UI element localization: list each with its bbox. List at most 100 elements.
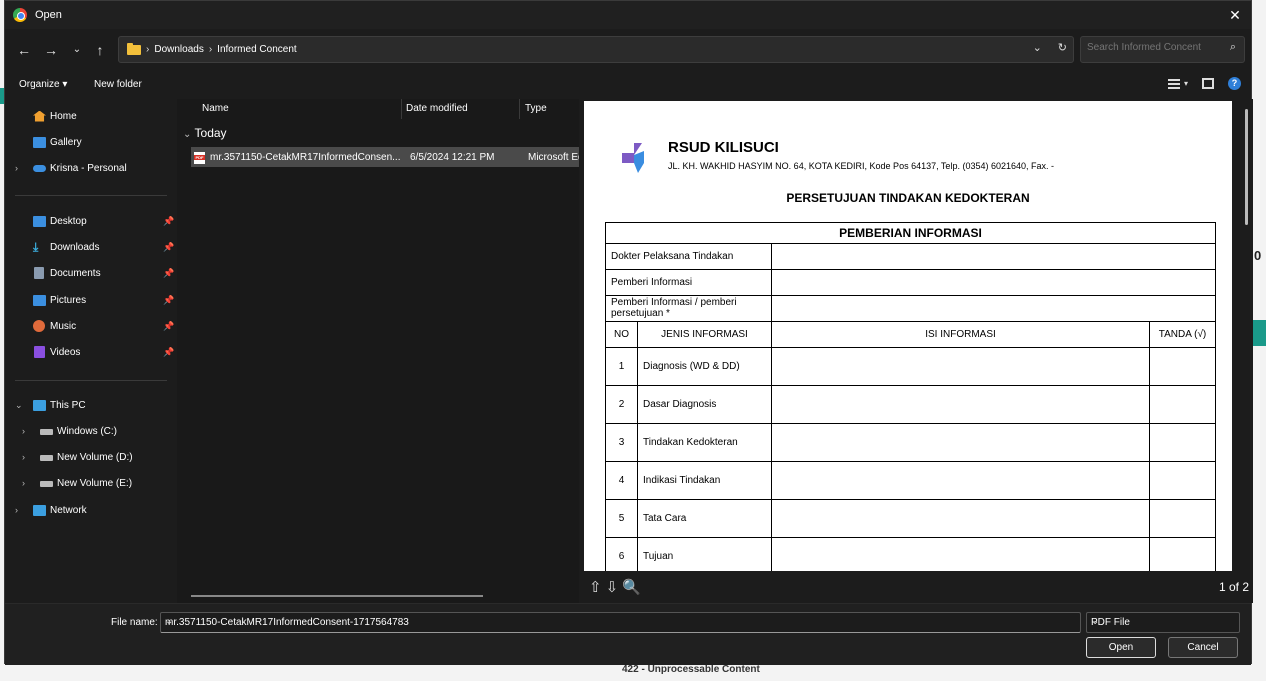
breadcrumb-separator-icon: › [208, 44, 213, 55]
row-number: 2 [605, 385, 638, 424]
row-isi [771, 461, 1150, 500]
table-header: TANDA (√) [1149, 321, 1216, 348]
table-row: 6 Tujuan [605, 537, 1216, 571]
column-header-name[interactable]: Name [202, 99, 229, 119]
sidebar-item-drive-c[interactable]: › Windows (C:) [5, 420, 177, 442]
sidebar-item-this-pc[interactable]: ⌄ This PC [5, 394, 177, 416]
column-separator[interactable] [519, 99, 520, 119]
network-icon [33, 504, 46, 516]
pin-icon: 📌 [163, 294, 175, 305]
horizontal-scrollbar[interactable] [191, 595, 483, 597]
navigation-bar: ← → ⌄ ↑ › Downloads › Informed Concent ⌄… [5, 29, 1251, 71]
background-window-edge: 0 [1252, 0, 1266, 681]
background-error-text: 422 - Unprocessable Content [622, 664, 760, 675]
background-window-bottom: 422 - Unprocessable Content [0, 664, 1266, 681]
background-edge-text: 0 [1254, 248, 1262, 263]
hospital-logo [622, 143, 644, 173]
sidebar-item-downloads[interactable]: ⤓ Downloads 📌 [5, 236, 177, 258]
breadcrumb-informed-concent[interactable]: Informed Concent [217, 44, 297, 55]
expand-chevron-icon[interactable]: › [22, 452, 25, 462]
chrome-icon [13, 8, 27, 22]
field-label: Pemberi Informasi / pemberi persetujuan … [605, 295, 772, 322]
page-count: 1 of 2 [1218, 580, 1249, 594]
search-input[interactable] [1087, 42, 1217, 53]
forward-arrow-icon[interactable]: → [42, 41, 60, 59]
organize-button[interactable]: Organize ▾ [19, 79, 67, 90]
previous-page-icon[interactable]: ⇧ [589, 578, 602, 596]
group-collapse-chevron-icon: ⌄ [183, 129, 192, 140]
sidebar-item-desktop[interactable]: Desktop 📌 [5, 210, 177, 232]
row-isi [771, 423, 1150, 462]
sidebar-item-label: Windows (C:) [57, 425, 118, 437]
window-title: Open [35, 9, 62, 21]
file-name-input[interactable]: mr.3571150-CetakMR17InformedConsent-1717… [160, 612, 1081, 633]
column-separator[interactable] [401, 99, 402, 119]
sidebar-item-documents[interactable]: Documents 📌 [5, 262, 177, 284]
help-icon[interactable]: ? [1228, 77, 1241, 90]
search-box[interactable]: ⌕ [1080, 36, 1245, 63]
row-isi [771, 499, 1150, 538]
preview-scrollbar[interactable] [1245, 109, 1248, 225]
field-value [771, 295, 1216, 322]
expand-chevron-icon[interactable]: › [22, 426, 25, 436]
command-bar: Organize ▾ New folder ▾ ? [5, 71, 1251, 99]
table-header: NO [605, 321, 638, 348]
sidebar-item-onedrive[interactable]: › Krisna - Personal [5, 157, 177, 179]
recent-locations-chevron-icon[interactable]: ⌄ [68, 41, 86, 59]
pin-icon: 📌 [163, 346, 175, 357]
address-bar[interactable]: › Downloads › Informed Concent ⌄ ↻ [118, 36, 1074, 63]
address-dropdown-chevron-icon[interactable]: ⌄ [1033, 41, 1042, 54]
row-isi [771, 537, 1150, 571]
column-header-type[interactable]: Type [525, 99, 547, 119]
sidebar-item-music[interactable]: Music 📌 [5, 315, 177, 337]
chevron-down-icon[interactable]: ⌄ [1091, 616, 1234, 627]
file-type: Microsoft Ed [528, 152, 579, 163]
find-in-page-icon[interactable]: 🔍 [622, 578, 641, 596]
sidebar-item-drive-e[interactable]: › New Volume (E:) [5, 472, 177, 494]
cancel-button[interactable]: Cancel [1168, 637, 1238, 658]
sidebar-item-home[interactable]: Home [5, 105, 177, 127]
music-icon [33, 320, 45, 332]
close-button[interactable]: ✕ [1225, 5, 1245, 25]
breadcrumb-downloads[interactable]: Downloads [154, 44, 203, 55]
chevron-down-icon[interactable]: ⌄ [165, 616, 1075, 627]
sidebar-item-gallery[interactable]: Gallery [5, 131, 177, 153]
documents-icon [34, 267, 44, 279]
view-dropdown-icon: ▾ [1183, 79, 1188, 88]
next-page-icon[interactable]: ⇩ [606, 578, 619, 596]
desktop-icon [33, 215, 46, 227]
field-value [771, 243, 1216, 270]
pc-icon [33, 399, 46, 411]
file-type-select[interactable]: PDF File ⌄ [1086, 612, 1240, 633]
sidebar-item-label: New Volume (D:) [57, 451, 133, 463]
file-row[interactable]: mr.3571150-CetakMR17InformedConsen... 6/… [191, 147, 579, 167]
refresh-icon[interactable]: ↻ [1058, 41, 1067, 54]
group-header-today[interactable]: ⌄ Today [183, 126, 227, 140]
sidebar-item-label: Krisna - Personal [50, 162, 127, 174]
sidebar-item-pictures[interactable]: Pictures 📌 [5, 289, 177, 311]
sidebar-item-label: Home [50, 110, 77, 122]
view-options-button[interactable]: ▾ [1167, 78, 1188, 89]
search-icon[interactable]: ⌕ [1230, 41, 1236, 54]
field-label: Dokter Pelaksana Tindakan [605, 243, 772, 270]
organize-label: Organize [19, 79, 60, 90]
column-header-date-modified[interactable]: Date modified [406, 99, 468, 119]
back-arrow-icon[interactable]: ← [15, 41, 33, 59]
onedrive-icon [33, 165, 46, 172]
expand-chevron-icon[interactable]: › [22, 478, 25, 488]
preview-pane-icon[interactable] [1202, 78, 1214, 89]
open-file-dialog: Open ✕ ← → ⌄ ↑ › Downloads › Informed Co… [4, 0, 1253, 665]
collapse-chevron-icon[interactable]: ⌄ [15, 400, 23, 411]
sidebar-item-videos[interactable]: Videos 📌 [5, 341, 177, 363]
table-row: 1 Diagnosis (WD & DD) [605, 347, 1216, 386]
sidebar-item-drive-d[interactable]: › New Volume (D:) [5, 446, 177, 468]
sidebar-item-label: This PC [50, 399, 86, 411]
up-arrow-icon[interactable]: ↑ [91, 41, 109, 59]
expand-chevron-icon[interactable]: › [15, 505, 18, 515]
sidebar-item-network[interactable]: › Network [5, 499, 177, 521]
expand-chevron-icon[interactable]: › [15, 163, 18, 173]
row-jenis: Indikasi Tindakan [637, 461, 772, 500]
pin-icon: 📌 [163, 267, 175, 278]
new-folder-button[interactable]: New folder [94, 79, 142, 90]
open-button[interactable]: Open [1086, 637, 1156, 658]
